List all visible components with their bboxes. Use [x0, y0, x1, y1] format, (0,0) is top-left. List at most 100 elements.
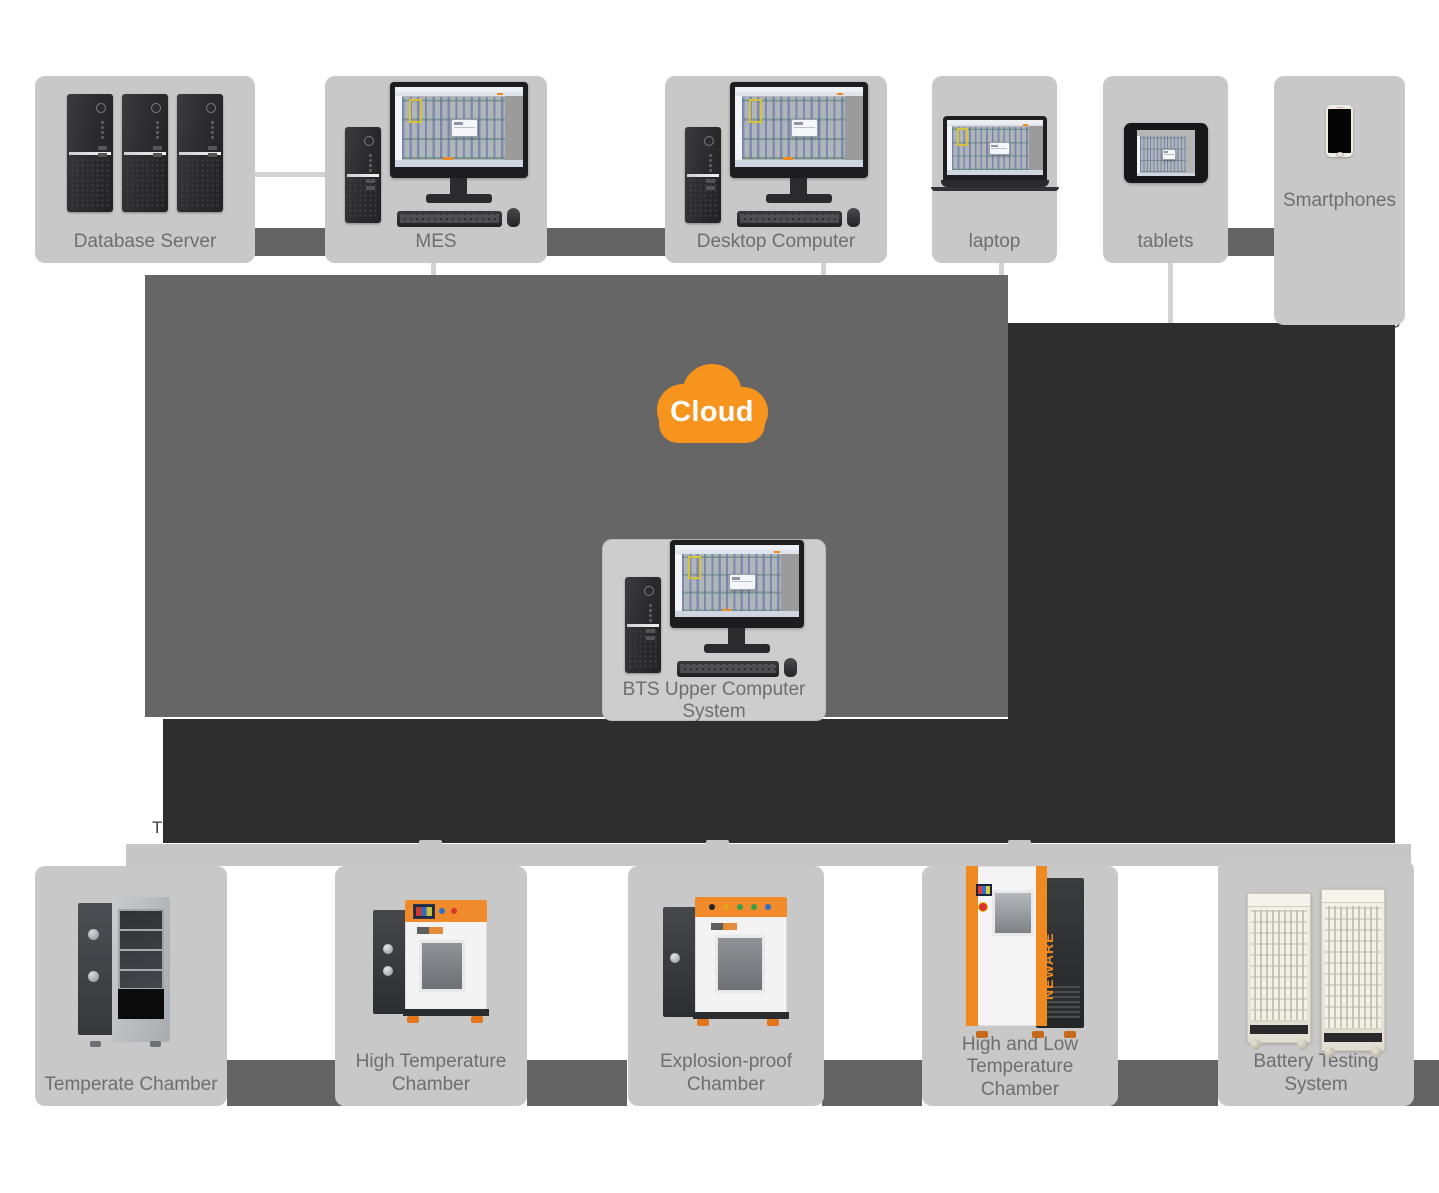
node-label-smartphones: Smartphones	[1282, 190, 1396, 211]
temperate-chamber-icon	[78, 897, 184, 1048]
overlay-dark-region-right	[1008, 323, 1395, 719]
oven-led-3	[737, 903, 743, 910]
server-tower-1	[67, 94, 113, 213]
chamber-shelf	[120, 969, 162, 972]
overlay-strip-bottom-4	[1110, 1060, 1218, 1106]
oven-foot	[697, 1018, 709, 1026]
sw-accent-2	[443, 157, 454, 160]
node-temperate-chamber[interactable]: Temperate Chamber	[35, 866, 227, 1106]
cloud-node[interactable]: Cloud	[639, 358, 785, 454]
oven-brand-logo	[417, 926, 443, 934]
node-high-temperature-chamber[interactable]: High Temperature Chamber	[335, 866, 527, 1106]
oven-door-window	[419, 939, 465, 992]
bus-nub-3	[1008, 840, 1031, 855]
sw-status-bar	[946, 170, 1043, 175]
mesh-panel	[125, 158, 165, 209]
oven-led-1	[709, 903, 715, 910]
overlay-strip-bottom-2	[527, 1060, 627, 1106]
desktop-computer-icon	[669, 540, 804, 677]
smartphones-art	[1274, 76, 1405, 186]
software-ui	[1136, 130, 1195, 177]
sw-selection	[408, 98, 422, 124]
sw-dialog	[729, 573, 756, 591]
oven-side-panel	[663, 906, 697, 1017]
software-ui	[674, 545, 799, 617]
hl-foot	[1032, 1031, 1044, 1038]
oven-hmi-display	[413, 903, 435, 919]
desktop-computer-icon	[389, 81, 528, 227]
sw-right-panel	[1029, 126, 1043, 171]
node-smartphones[interactable]: Smartphones	[1274, 76, 1405, 325]
sw-status-bar	[674, 611, 799, 617]
bts-software-screen	[674, 545, 799, 617]
oven-base	[693, 1011, 789, 1019]
software-ui	[946, 119, 1043, 175]
node-bts-upper-computer-system[interactable]: BTS Upper Computer System	[602, 539, 826, 722]
hl-brand-label: NEWARE	[1040, 932, 1056, 1000]
monitor-stand-neck	[728, 628, 745, 644]
node-label-desktop-computer: Desktop Computer	[696, 230, 856, 252]
node-tablets[interactable]: tablets	[1103, 76, 1228, 263]
sw-accent-2	[783, 157, 794, 160]
laptop-art	[930, 76, 1059, 231]
monitor-stand-base	[765, 193, 832, 203]
node-high-and-low-temperature-chamber[interactable]: NEWARE High and Low Temperature Chamber	[922, 866, 1118, 1106]
vent-dots	[366, 152, 374, 173]
mesh-panel	[687, 178, 718, 219]
desktop-tower-icon	[684, 126, 721, 223]
mouse-icon	[847, 207, 860, 227]
node-laptop[interactable]: laptop	[930, 76, 1059, 263]
mesh-panel	[70, 158, 110, 209]
oven-knob	[670, 952, 680, 963]
software-ui	[394, 86, 523, 167]
rack-footer-label	[1324, 1033, 1382, 1043]
sw-accent-1	[1023, 124, 1029, 126]
monitor-stand-base	[425, 193, 492, 203]
sw-accent-2	[721, 608, 732, 611]
sw-dialog	[988, 141, 1010, 155]
battery-testing-rack-icon	[1321, 889, 1385, 1059]
vent-dots	[706, 152, 714, 173]
power-icon	[151, 103, 161, 114]
oven-led-4	[751, 903, 757, 910]
keyboard-icon	[737, 210, 842, 227]
oven-knob	[383, 943, 393, 954]
tablets-art	[1103, 76, 1228, 231]
mouse-icon	[507, 207, 520, 227]
oven-base	[403, 1008, 489, 1016]
node-explosion-proof-chamber[interactable]: Explosion-proof Chamber	[628, 866, 824, 1106]
oven-brand-logo	[711, 922, 737, 930]
laptop-foot	[930, 186, 1059, 191]
vent-dots	[99, 120, 106, 141]
node-desktop-computer[interactable]: Desktop Computer	[665, 76, 887, 263]
bts-software-screen	[734, 86, 863, 167]
sw-selection	[688, 555, 701, 579]
monitor-bezel	[729, 81, 868, 178]
sw-left-rail	[734, 96, 743, 161]
cloud-shape-icon	[657, 364, 768, 443]
node-label-laptop: laptop	[968, 230, 1021, 252]
desktop-computer-art	[665, 76, 887, 231]
monitor-bezel	[669, 540, 804, 628]
oven-foot	[767, 1018, 779, 1026]
tablet-icon	[1123, 123, 1208, 184]
node-mes[interactable]: MES	[325, 76, 547, 263]
node-label-tablets: tablets	[1137, 230, 1194, 252]
sw-left-rail	[674, 553, 682, 612]
power-icon	[643, 586, 654, 596]
node-label-high-and-low-temperature-chamber: High and Low Temperature Chamber	[961, 1034, 1079, 1100]
explosion-proof-chamber-art	[628, 866, 824, 1051]
sw-accent-1	[773, 550, 780, 553]
node-database-server[interactable]: Database Server	[35, 76, 255, 263]
node-battery-testing-system[interactable]: Battery Testing System	[1218, 860, 1414, 1106]
mouse-icon	[783, 658, 797, 677]
temperate-chamber-art	[35, 866, 227, 1074]
high-temperature-chamber-icon	[373, 899, 489, 1023]
node-label-high-temperature-chamber: High Temperature Chamber	[355, 1051, 507, 1095]
battery-testing-system-art	[1218, 860, 1414, 1059]
high-low-temperature-chamber-art: NEWARE	[922, 866, 1118, 1038]
chamber-lower-compartment	[118, 989, 164, 1020]
bts-software-screen	[946, 119, 1043, 175]
overlay-strip-top-smartphone	[1228, 228, 1274, 256]
chamber-shelf	[120, 929, 162, 932]
